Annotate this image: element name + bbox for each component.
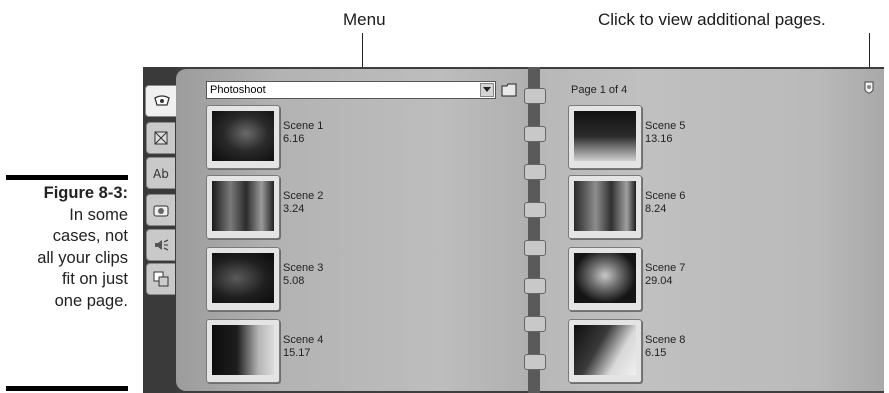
binder-ring xyxy=(524,88,546,104)
folder-button[interactable] xyxy=(500,81,518,99)
scene-item[interactable]: Scene 7 29.04 xyxy=(568,247,768,313)
scene-duration: 3.24 xyxy=(283,203,305,215)
page-indicator: Page 1 of 4 xyxy=(571,84,628,96)
scene-thumbnail xyxy=(212,253,274,303)
caption-line: all your clips xyxy=(37,248,128,267)
menus-tab[interactable] xyxy=(146,263,175,295)
scene-name: Scene 7 xyxy=(645,262,686,274)
figure-caption: Figure 8-3: In some cases, not all your … xyxy=(6,183,128,312)
camera-icon xyxy=(153,205,169,217)
scene-thumbnail xyxy=(212,181,274,231)
camcorder-icon xyxy=(153,95,170,106)
transition-icon xyxy=(154,131,168,145)
figure-top-rule xyxy=(6,175,128,180)
page-corner-icon xyxy=(864,81,874,94)
scene-thumbnail xyxy=(212,325,274,375)
scene-name: Scene 3 xyxy=(283,262,324,274)
next-page-button[interactable] xyxy=(861,79,877,99)
binder-ring xyxy=(524,354,546,370)
scene-duration: 15.17 xyxy=(283,347,311,359)
title-icon: Ab xyxy=(153,167,169,181)
binder-ring xyxy=(524,202,546,218)
scene-thumbnail-frame xyxy=(206,319,280,383)
sound-effects-tab[interactable] xyxy=(146,229,175,261)
binder-ring xyxy=(524,240,546,256)
video-scenes-tab[interactable] xyxy=(145,85,177,117)
scene-thumbnail-frame xyxy=(206,105,280,169)
scene-thumbnail xyxy=(574,111,636,161)
menu-selected-value: Photoshoot xyxy=(210,84,266,96)
binder-ring xyxy=(524,126,546,142)
scene-name: Scene 2 xyxy=(283,190,324,202)
caption-line: In some xyxy=(69,205,128,224)
transitions-tab[interactable] xyxy=(146,122,175,154)
disc-menu-icon xyxy=(153,271,169,287)
album-menu-dropdown[interactable]: Photoshoot xyxy=(206,81,496,99)
scene-item[interactable]: Scene 1 6.16 xyxy=(206,105,406,171)
scene-name: Scene 6 xyxy=(645,190,686,202)
album-panel: Ab Photoshoot Page 1 of 4 Scene 1 6.16 S… xyxy=(143,67,884,393)
scene-thumbnail xyxy=(212,111,274,161)
album-tabs: Ab xyxy=(143,67,177,393)
pages-callout: Click to view additional pages. xyxy=(598,10,826,29)
scene-name: Scene 5 xyxy=(645,120,686,132)
scene-duration: 6.16 xyxy=(283,133,305,145)
scene-thumbnail-frame xyxy=(568,247,642,311)
binder-ring xyxy=(524,164,546,180)
binder-ring xyxy=(524,278,546,294)
scene-item[interactable]: Scene 8 6.15 xyxy=(568,319,768,385)
dropdown-arrow-icon[interactable] xyxy=(480,83,494,97)
titles-tab[interactable]: Ab xyxy=(146,157,175,189)
caption-line: one page. xyxy=(54,291,128,310)
scene-duration: 6.15 xyxy=(645,347,667,359)
scene-thumbnail-frame xyxy=(568,319,642,383)
scene-thumbnail-frame xyxy=(206,247,280,311)
scene-item[interactable]: Scene 6 8.24 xyxy=(568,175,768,241)
scene-duration: 8.24 xyxy=(645,203,667,215)
folder-icon xyxy=(501,83,517,97)
figure-label: Figure 8-3: xyxy=(43,184,128,202)
svg-text:Ab: Ab xyxy=(153,167,169,181)
scene-duration: 5.08 xyxy=(283,275,305,287)
speaker-icon xyxy=(155,239,169,251)
figure-bottom-rule xyxy=(6,386,128,391)
scene-name: Scene 4 xyxy=(283,334,324,346)
scene-item[interactable]: Scene 3 5.08 xyxy=(206,247,406,313)
menu-callout: Menu xyxy=(343,10,386,29)
scene-thumbnail xyxy=(574,253,636,303)
album-spine xyxy=(528,67,540,393)
caption-line: cases, not xyxy=(52,227,128,245)
still-images-tab[interactable] xyxy=(146,194,175,226)
scene-duration: 13.16 xyxy=(645,133,673,145)
scene-name: Scene 8 xyxy=(645,334,686,346)
scene-thumbnail-frame xyxy=(206,175,280,239)
scene-duration: 29.04 xyxy=(645,275,673,287)
scene-item[interactable]: Scene 4 15.17 xyxy=(206,319,406,385)
scene-thumbnail-frame xyxy=(568,105,642,169)
caption-line: fit on just xyxy=(61,270,128,288)
scene-item[interactable]: Scene 2 3.24 xyxy=(206,175,406,241)
scene-thumbnail xyxy=(574,181,636,231)
scene-thumbnail xyxy=(574,325,636,375)
scene-item[interactable]: Scene 5 13.16 xyxy=(568,105,768,171)
binder-ring xyxy=(524,316,546,332)
scene-name: Scene 1 xyxy=(283,120,324,132)
scene-thumbnail-frame xyxy=(568,175,642,239)
